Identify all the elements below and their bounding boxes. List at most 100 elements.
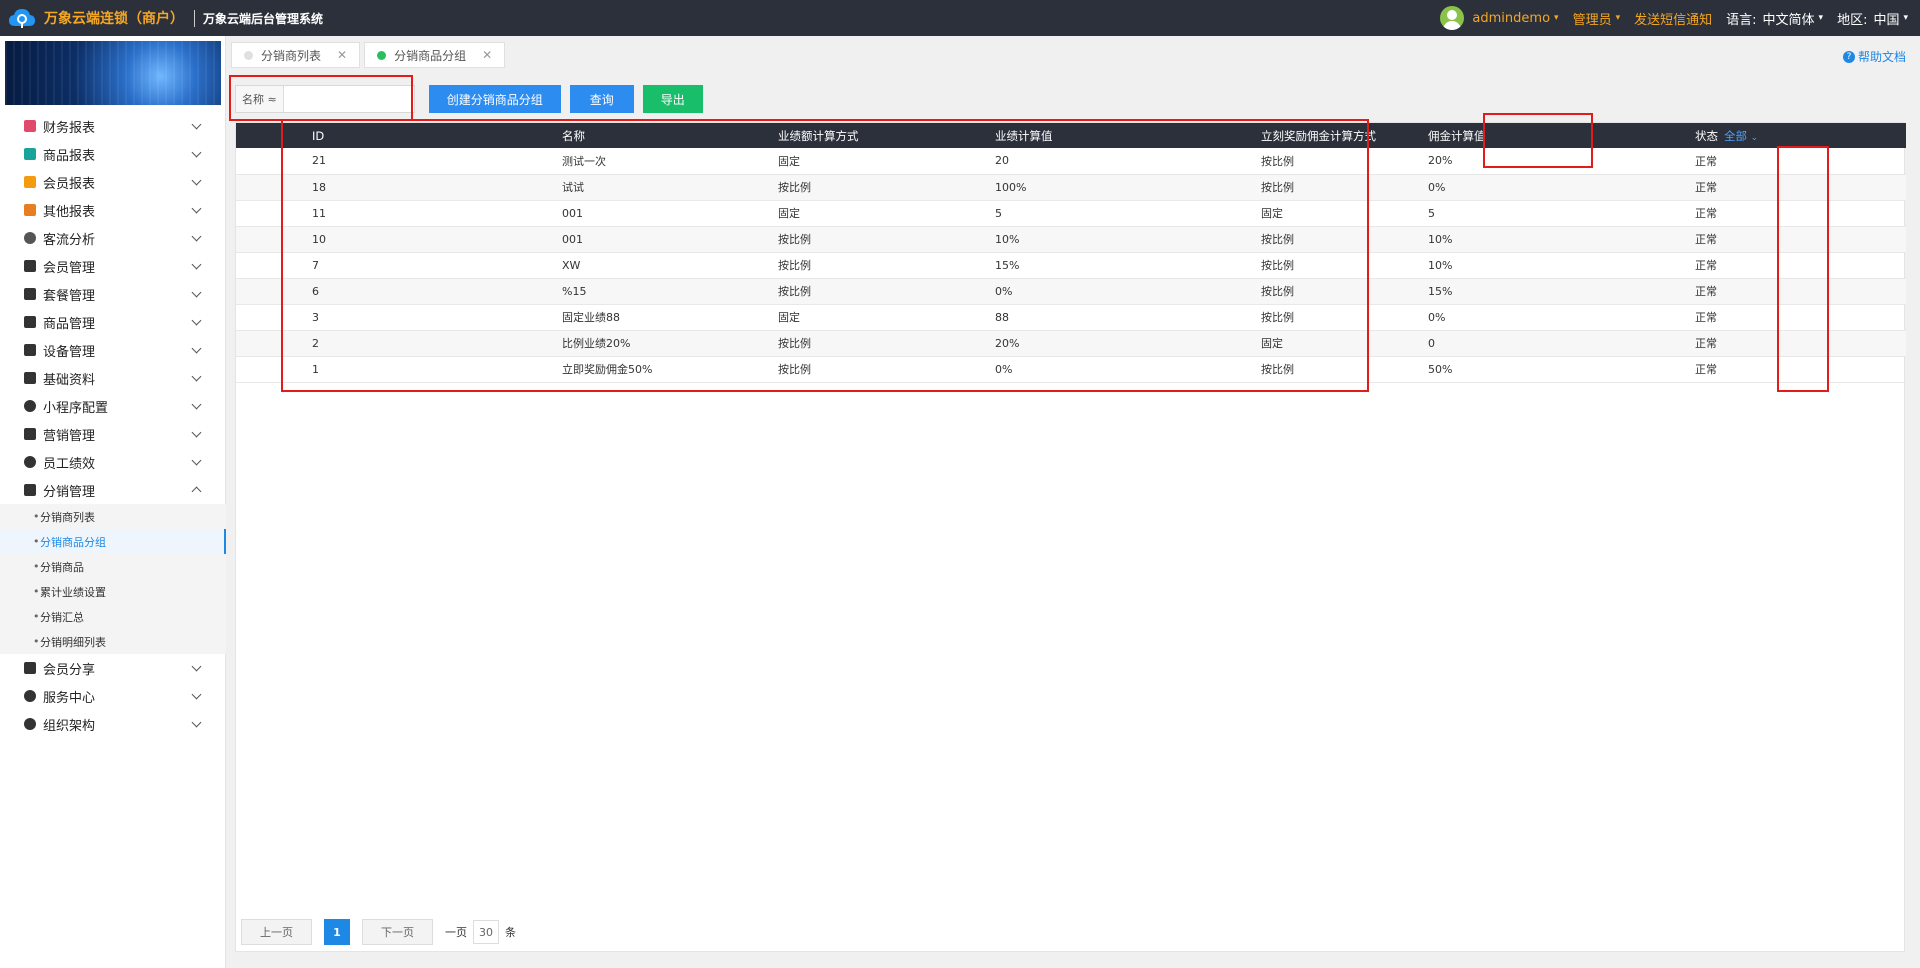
cell-calc: 固定	[778, 154, 800, 168]
sidebar-item[interactable]: 客流分析	[0, 224, 226, 252]
avatar	[1440, 6, 1465, 30]
cell-reward: 按比例	[1261, 154, 1294, 168]
chart-icon	[24, 176, 36, 188]
cell-id: 2	[312, 336, 319, 350]
close-icon[interactable]: ✕	[337, 48, 347, 62]
cell-value: 20%	[995, 336, 1020, 350]
user-menu[interactable]: admindemo ▾	[1440, 6, 1559, 30]
per-page-input[interactable]: 30	[473, 920, 499, 944]
sidebar-subitem[interactable]: 分销商列表	[0, 504, 226, 529]
sidebar-item-label: 客流分析	[43, 232, 96, 248]
tab-label: 分销商列表	[261, 48, 322, 63]
col-header-name: 名称	[562, 123, 778, 148]
user-icon	[24, 260, 36, 272]
cell-status: 正常	[1695, 363, 1717, 376]
sidebar-subitem[interactable]: 分销明细列表	[0, 629, 226, 654]
filter-toolbar: 名称 ≈ 创建分销商品分组 查询 导出	[235, 84, 703, 114]
sidebar-item[interactable]: 组织架构	[0, 710, 226, 738]
sidebar-item[interactable]: 分销管理	[0, 476, 226, 504]
sidebar-item[interactable]: 设备管理	[0, 336, 226, 364]
sidebar-item[interactable]: 财务报表	[0, 112, 226, 140]
header-spacer	[236, 123, 312, 148]
cell-status: 正常	[1695, 285, 1717, 298]
sidebar-subitem[interactable]: 累计业绩设置	[0, 579, 226, 604]
logo[interactable]: 万象云端连锁（商户）	[8, 6, 184, 30]
cell-reward: 按比例	[1261, 259, 1294, 272]
region-selector[interactable]: 地区: 中国 ▾	[1837, 9, 1908, 28]
row-spacer	[236, 226, 312, 252]
cell-calc: 固定	[778, 207, 800, 220]
sidebar: 财务报表 商品报表 会员报表 其他报表客流分析会员管理套餐管理商品管理设备管理 基础资料…	[0, 36, 226, 968]
sidebar-item[interactable]: 基础资料	[0, 364, 226, 392]
sidebar-item[interactable]: 营销管理	[0, 420, 226, 448]
cell-id: 3	[312, 310, 319, 324]
edit-icon	[24, 288, 36, 300]
sidebar-item-label: 组织架构	[43, 718, 96, 734]
sidebar-subitem[interactable]: 分销商品分组	[0, 529, 226, 554]
col-header-calc-value: 业绩计算值	[995, 123, 1261, 148]
cell-commission: 10%	[1428, 258, 1453, 272]
sidebar-item[interactable]: 会员管理	[0, 252, 226, 280]
tab-status-dot	[377, 50, 387, 60]
chevron-down-icon	[191, 343, 202, 354]
role-menu[interactable]: 管理员 ▾	[1573, 9, 1621, 28]
sidebar-item[interactable]: 商品管理	[0, 308, 226, 336]
next-page-button[interactable]: 下一页	[362, 919, 433, 945]
sidebar-item[interactable]: 员工绩效	[0, 448, 226, 476]
cell-reward: 固定	[1261, 337, 1283, 350]
sidebar-item[interactable]: 其他报表	[0, 196, 226, 224]
target-icon	[24, 232, 36, 244]
cell-value: 5	[995, 206, 1002, 220]
col-header-status: 状态 全部 ⌄	[1695, 123, 1906, 148]
top-bar: 万象云端连锁（商户） 万象云端后台管理系统 admindemo ▾ 管理员 ▾ …	[0, 0, 1920, 36]
sidebar-item[interactable]: 套餐管理	[0, 280, 226, 308]
create-group-button[interactable]: 创建分销商品分组	[428, 85, 561, 113]
export-button[interactable]: 导出	[642, 85, 703, 113]
cell-status: 正常	[1695, 233, 1717, 246]
cell-value: 10%	[995, 232, 1020, 246]
chevron-down-icon	[191, 203, 202, 214]
sidebar-item[interactable]: 会员报表	[0, 168, 226, 196]
cell-value: 15%	[995, 258, 1020, 272]
current-page[interactable]: 1	[324, 919, 350, 945]
sidebar-item-label: 商品管理	[43, 316, 96, 332]
prev-page-button[interactable]: 上一页	[241, 919, 312, 945]
status-filter-value: 全部	[1724, 128, 1747, 143]
row-spacer	[236, 148, 312, 174]
status-filter-dropdown[interactable]: 全部 ⌄	[1724, 129, 1758, 143]
sidebar-item[interactable]: 商品报表	[0, 140, 226, 168]
language-selector[interactable]: 语言: 中文简体 ▾	[1726, 9, 1823, 28]
table-row: 10001按比例10%按比例10%正常详情	[236, 226, 1906, 252]
query-button[interactable]: 查询	[569, 85, 634, 113]
name-filter: 名称 ≈	[235, 85, 415, 113]
sidebar-item-label: 会员管理	[43, 260, 96, 276]
sidebar-subitem[interactable]: 分销商品	[0, 554, 226, 579]
chevron-down-icon: ▾	[1615, 13, 1621, 23]
tab[interactable]: 分销商品分组 ✕	[364, 42, 506, 68]
name-input[interactable]	[283, 86, 414, 112]
table-row: 11001固定5固定5正常详情	[236, 200, 1906, 226]
table-row: 2比例业绩20%按比例20%固定0正常详情	[236, 330, 1906, 356]
close-icon[interactable]: ✕	[482, 48, 492, 62]
cell-calc: 固定	[778, 311, 800, 324]
chevron-down-icon	[191, 371, 202, 382]
device-icon	[24, 344, 36, 356]
cell-name: 001	[562, 232, 583, 246]
sidebar-subitem[interactable]: 分销汇总	[0, 604, 226, 629]
chevron-down-icon	[191, 455, 202, 466]
sms-notice-link[interactable]: 发送短信通知	[1634, 9, 1712, 28]
chevron-down-icon	[191, 259, 202, 270]
cell-status: 正常	[1695, 259, 1717, 272]
help-label: 帮助文档	[1857, 50, 1906, 64]
sidebar-item[interactable]: 会员分享	[0, 654, 226, 682]
target-icon	[24, 690, 36, 702]
table-row: 6%15按比例0%按比例15%正常详情	[236, 278, 1906, 304]
help-link[interactable]: ? 帮助文档	[1842, 48, 1906, 65]
sidebar-item-label: 营销管理	[43, 428, 96, 444]
sidebar-item[interactable]: 服务中心	[0, 682, 226, 710]
cell-commission: 0%	[1428, 310, 1446, 324]
tab[interactable]: 分销商列表 ✕	[231, 42, 361, 68]
sidebar-item[interactable]: 小程序配置	[0, 392, 226, 420]
cell-commission: 50%	[1428, 362, 1453, 376]
data-table: ID 名称 业绩额计算方式 业绩计算值 立刻奖励佣金计算方式 佣金计算值 状态全…	[235, 122, 1906, 952]
